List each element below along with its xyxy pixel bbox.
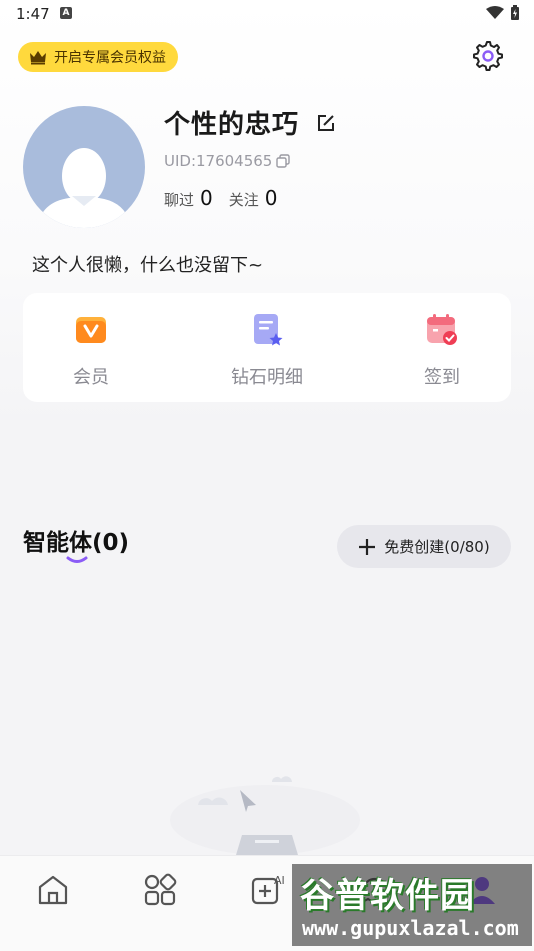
checkin-label: 签到 bbox=[424, 367, 460, 388]
avatar[interactable] bbox=[23, 106, 145, 228]
active-tab-indicator bbox=[66, 556, 88, 563]
empty-state-illustration bbox=[170, 776, 360, 855]
copy-icon[interactable] bbox=[276, 154, 290, 168]
following-count[interactable]: 0 bbox=[265, 186, 278, 210]
status-time: 1:47 bbox=[16, 5, 50, 23]
vip-entry-label: 会员 bbox=[73, 367, 109, 388]
username: 个性的忠巧 bbox=[164, 110, 300, 140]
chatted-count: 0 bbox=[200, 186, 213, 210]
user-bio: 这个人很懒，什么也没留下~ bbox=[32, 255, 264, 276]
status-bar: 1:47 A bbox=[0, 0, 534, 30]
crown-icon bbox=[30, 51, 46, 65]
user-id: UID:17604565 bbox=[164, 152, 273, 170]
checkin-entry[interactable]: 签到 bbox=[382, 311, 502, 389]
vip-benefits-button[interactable]: 开启专属会员权益 bbox=[18, 42, 178, 72]
status-indicator: A bbox=[60, 7, 72, 19]
following-label[interactable]: 关注 bbox=[229, 189, 259, 210]
wifi-icon bbox=[486, 6, 504, 19]
watermark-title: 谷普软件园 bbox=[300, 876, 475, 916]
apps-grid-icon[interactable] bbox=[142, 872, 178, 908]
diamond-detail-entry[interactable]: 钻石明细 bbox=[207, 311, 327, 389]
diamond-detail-label: 钻石明细 bbox=[231, 367, 303, 388]
agents-tab-title[interactable]: 智能体(0) bbox=[23, 523, 129, 557]
home-icon[interactable] bbox=[35, 872, 71, 908]
diamond-detail-icon bbox=[254, 314, 283, 346]
plus-icon bbox=[359, 538, 376, 555]
site-watermark: 谷普软件园 www.gupuxlazal.com bbox=[292, 864, 532, 946]
edit-name-icon[interactable] bbox=[316, 113, 336, 133]
default-avatar-icon bbox=[37, 148, 131, 228]
vip-benefits-label: 开启专属会员权益 bbox=[54, 50, 166, 66]
settings-gear-icon[interactable] bbox=[472, 40, 504, 72]
create-agent-label: 免费创建(0/80) bbox=[384, 538, 490, 556]
create-agent-button[interactable]: 免费创建(0/80) bbox=[337, 525, 511, 568]
status-icons bbox=[486, 5, 520, 21]
chatted-label: 聊过 bbox=[164, 191, 195, 209]
calendar-checkin-icon bbox=[427, 314, 457, 345]
user-stats: 聊过 0 关注 0 bbox=[164, 186, 294, 210]
battery-icon bbox=[511, 5, 519, 20]
vip-entry[interactable]: 会员 bbox=[31, 311, 151, 389]
watermark-url: www.gupuxlazal.com bbox=[302, 916, 519, 940]
quick-actions-card: 会员 钻石明细 签到 bbox=[23, 293, 511, 402]
vip-card-icon bbox=[76, 317, 106, 343]
ai-label: AI bbox=[274, 874, 285, 887]
ai-create-icon[interactable]: AI bbox=[250, 872, 286, 908]
